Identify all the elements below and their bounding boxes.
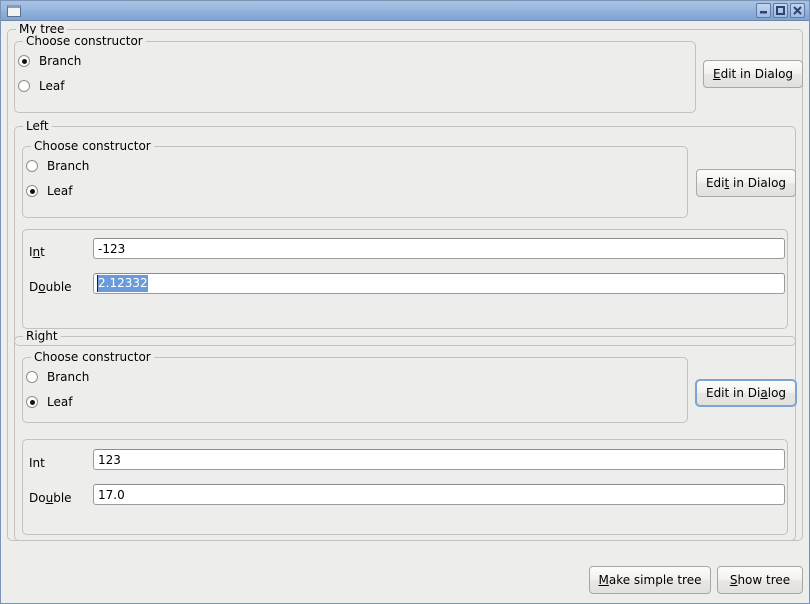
radio-icon (26, 396, 38, 408)
group-right-choose-constructor: Choose constructor (22, 350, 688, 423)
radio-label: Leaf (47, 395, 73, 409)
group-left-legend: Left (23, 119, 52, 133)
radio-right-leaf[interactable]: Leaf (26, 394, 72, 410)
radio-icon (26, 185, 38, 197)
radio-left-leaf[interactable]: Leaf (26, 183, 72, 199)
window-controls (756, 3, 805, 18)
client-area: My tree Choose constructor Branch Leaf E… (1, 21, 809, 603)
input-value: 17.0 (98, 487, 125, 502)
button-label: Edit in Dialog (712, 67, 794, 81)
button-label: Make simple tree (598, 573, 702, 587)
field-label-right-int: Int (29, 456, 45, 470)
radio-icon (26, 371, 38, 383)
edit-in-dialog-button-right[interactable]: Edit in Dialog (695, 379, 797, 407)
radio-root-branch[interactable]: Branch (18, 53, 81, 69)
application-window: My tree Choose constructor Branch Leaf E… (0, 0, 810, 604)
radio-label: Leaf (39, 79, 65, 93)
group-left-choose-constructor: Choose constructor (22, 139, 688, 218)
radio-left-branch[interactable]: Branch (26, 158, 89, 174)
input-right-int[interactable]: 123 (93, 449, 785, 470)
field-label-right-double: Double (29, 491, 72, 505)
input-value: 123 (98, 452, 121, 467)
radio-icon (18, 55, 30, 67)
input-value: -123 (98, 241, 126, 256)
radio-root-leaf[interactable]: Leaf (18, 78, 64, 94)
radio-label: Branch (39, 54, 82, 68)
group-right-choose-constructor-legend: Choose constructor (31, 350, 154, 364)
make-simple-tree-button[interactable]: Make simple tree (589, 566, 711, 594)
group-root-choose-constructor-legend: Choose constructor (23, 34, 146, 48)
edit-in-dialog-button-left[interactable]: Edit in Dialog (696, 169, 796, 197)
show-tree-button[interactable]: Show tree (717, 566, 803, 594)
edit-in-dialog-button-root[interactable]: Edit in Dialog (703, 60, 803, 88)
input-value: 2.12332 (98, 275, 148, 292)
group-right-legend: Right (23, 329, 61, 343)
title-bar[interactable] (1, 1, 809, 21)
window-icon (7, 4, 21, 17)
radio-right-branch[interactable]: Branch (26, 369, 89, 385)
input-right-double[interactable]: 17.0 (93, 484, 785, 505)
radio-label: Branch (47, 370, 90, 384)
input-left-double[interactable]: 2.12332 (93, 273, 785, 294)
button-label: Edit in Dialog (705, 386, 787, 400)
button-label: Show tree (729, 573, 791, 587)
input-left-int[interactable]: -123 (93, 238, 785, 259)
maximize-button[interactable] (773, 3, 788, 18)
group-left-choose-constructor-legend: Choose constructor (31, 139, 154, 153)
group-root-choose-constructor: Choose constructor (14, 34, 696, 113)
radio-icon (26, 160, 38, 172)
close-button[interactable] (790, 3, 805, 18)
radio-icon (18, 80, 30, 92)
field-label-left-double: Double (29, 280, 72, 294)
field-label-left-int: Int (29, 245, 45, 259)
minimize-button[interactable] (756, 3, 771, 18)
radio-label: Leaf (47, 184, 73, 198)
radio-label: Branch (47, 159, 90, 173)
button-label: Edit in Dialog (705, 176, 787, 190)
